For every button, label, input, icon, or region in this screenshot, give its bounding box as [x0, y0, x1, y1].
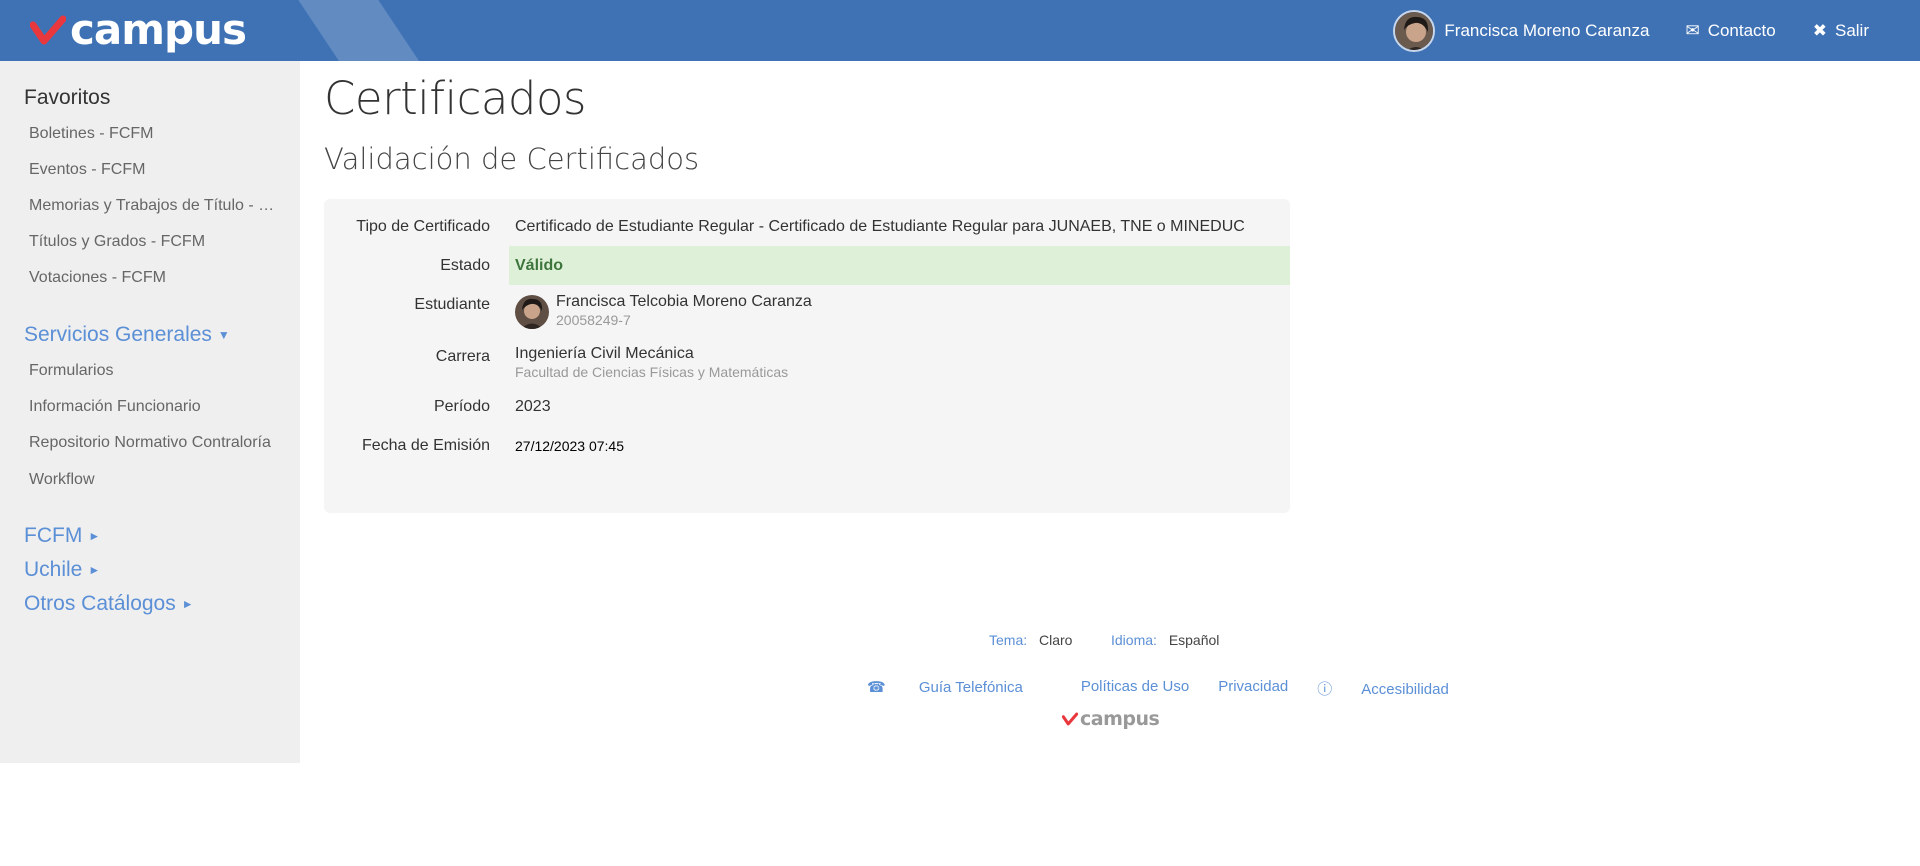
page-subtitle: Validación de Certificados [324, 142, 700, 176]
user-avatar-image [1395, 11, 1434, 50]
issue-date-label: Fecha de Emisión [361, 437, 490, 454]
services-heading: Servicios Generales [24, 323, 212, 346]
sidebar-item-titulos[interactable]: Títulos y Grados - FCFM [29, 233, 279, 251]
campus-logo[interactable]: campus [30, 5, 247, 54]
type-value: Certificado de Estudiante Regular - Cert… [515, 218, 1245, 235]
footer-links: ☎ Guía Telefónica Políticas de Uso Priva… [867, 678, 1507, 699]
issue-date-value: 27/12/2023 07:45 [515, 438, 624, 454]
status-value: Válido [515, 257, 564, 274]
triangle-down-icon: ▼ [217, 328, 230, 343]
logout-label: Salir [1834, 20, 1869, 40]
footer-link-politicas[interactable]: Políticas de Uso [1081, 678, 1189, 699]
logout-link[interactable]: ✖ Salir [1813, 21, 1869, 41]
logo-check-icon [30, 15, 66, 45]
theme-selector[interactable]: Tema: Claro [989, 632, 1072, 648]
footer-logo-text: campus [1080, 708, 1160, 730]
sidebar-item-eventos[interactable]: Eventos - FCFM [29, 161, 279, 179]
sidebar-item-repositorio[interactable]: Repositorio Normativo Contraloría [29, 434, 279, 452]
section-uchile-label: Uchile [24, 558, 83, 581]
student-avatar-image [515, 295, 549, 329]
sidebar-item-workflow[interactable]: Workflow [29, 471, 279, 489]
period-value: 2023 [515, 398, 551, 415]
type-label: Tipo de Certificado [356, 218, 490, 235]
student-avatar [515, 295, 549, 329]
contact-label: Contacto [1707, 20, 1776, 40]
career-value: Ingeniería Civil Mecánica [515, 345, 694, 362]
triangle-right-icon: ► [88, 529, 101, 544]
accessibility-icon: ⓘ [1317, 681, 1333, 698]
services-section-toggle[interactable]: Servicios Generales ▼ [24, 323, 230, 347]
theme-label: Tema: [989, 632, 1028, 648]
status-band [509, 246, 1290, 285]
user-avatar[interactable] [1393, 9, 1436, 52]
close-icon: ✖ [1812, 20, 1827, 40]
section-otros-label: Otros Catálogos [24, 592, 176, 615]
sidebar: Favoritos Boletines - FCFM Eventos - FCF… [0, 61, 300, 763]
contact-link[interactable]: ✉ Contacto [1685, 21, 1775, 41]
page-title: Certificados [324, 72, 586, 125]
footer-link-guia-label: Guía Telefónica [918, 679, 1023, 696]
phone-icon: ☎ [867, 679, 890, 696]
triangle-right-icon: ► [88, 563, 101, 578]
triangle-right-icon: ► [181, 597, 194, 612]
status-label: Estado [440, 257, 490, 274]
watermark-shape [298, 0, 419, 61]
sidebar-item-formularios[interactable]: Formularios [29, 362, 279, 380]
footer-link-accesibilidad-label: Accesibilidad [1361, 681, 1449, 698]
envelope-icon: ✉ [1685, 20, 1700, 40]
sidebar-item-informacion-funcionario[interactable]: Información Funcionario [29, 398, 279, 416]
career-label: Carrera [435, 348, 490, 365]
footer-link-privacidad[interactable]: Privacidad [1218, 678, 1288, 699]
language-label: Idioma: [1111, 632, 1157, 648]
section-otros-catalogos[interactable]: Otros Catálogos ► [24, 592, 194, 616]
section-uchile[interactable]: Uchile ► [24, 558, 100, 582]
footer-campus-logo: campus [1062, 708, 1160, 730]
student-id: 20058249-7 [556, 312, 631, 328]
footer-logo-check-icon [1062, 712, 1078, 726]
language-value: Español [1168, 632, 1220, 648]
period-label: Período [433, 398, 490, 415]
footer-link-guia[interactable]: ☎ Guía Telefónica [867, 678, 1052, 699]
language-selector[interactable]: Idioma: Español [1111, 632, 1219, 648]
user-area: Francisca Moreno Caranza ✉ Contacto ✖ Sa… [1393, 0, 1920, 61]
sidebar-item-boletines[interactable]: Boletines - FCFM [29, 125, 279, 143]
faculty-value: Facultad de Ciencias Físicas y Matemátic… [515, 364, 789, 380]
section-fcfm-label: FCFM [24, 524, 83, 547]
favorites-heading: Favoritos [24, 86, 111, 109]
footer-link-accesibilidad[interactable]: ⓘ Accesibilidad [1317, 678, 1478, 699]
section-fcfm[interactable]: FCFM ► [24, 524, 100, 548]
student-label: Estudiante [414, 296, 490, 313]
sidebar-item-votaciones[interactable]: Votaciones - FCFM [29, 269, 279, 287]
student-name: Francisca Telcobia Moreno Caranza [556, 293, 812, 310]
theme-value: Claro [1039, 632, 1073, 648]
logo-text: campus [70, 5, 247, 54]
sidebar-item-memorias[interactable]: Memorias y Trabajos de Título - FCFM [29, 197, 279, 215]
top-navbar: campus Francisca Moreno Caranza ✉ Contac… [0, 0, 1920, 61]
user-name[interactable]: Francisca Moreno Caranza [1444, 21, 1649, 41]
certificate-card: Tipo de Certificado Certificado de Estud… [324, 199, 1290, 513]
